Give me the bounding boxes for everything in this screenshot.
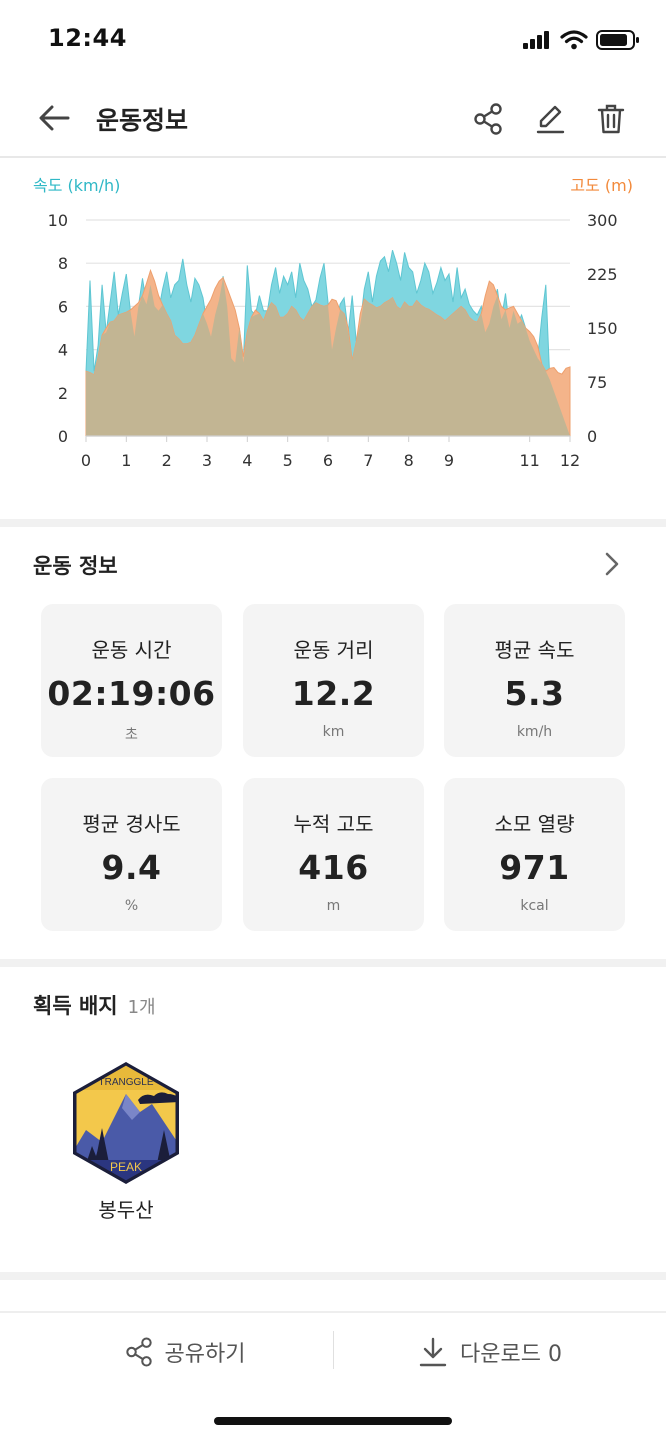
y-right-tick-label: 0 — [587, 427, 597, 446]
pencil-icon — [536, 105, 565, 134]
stat-card-avg-speed: 평균 속도 5.3 km/h — [444, 604, 625, 757]
delete-button[interactable] — [591, 99, 631, 139]
stat-unit: m — [326, 898, 341, 914]
back-button[interactable] — [34, 100, 74, 136]
share-action-button[interactable]: 공유하기 — [60, 1313, 310, 1391]
battery-icon — [596, 30, 639, 50]
bottom-action-bar: 공유하기 다운로드 0 — [0, 1311, 666, 1391]
stat-card-calories: 소모 열량 971 kcal — [444, 778, 625, 931]
workout-info-title: 운동 정보 — [33, 554, 118, 578]
stat-label: 소모 열량 — [494, 812, 575, 836]
signal-icon — [523, 31, 549, 49]
peak-badge-icon: TRANGGLE PEAK — [73, 1062, 179, 1184]
y-right-tick-label: 75 — [587, 373, 607, 392]
stat-value: 9.4 — [101, 848, 162, 887]
y-left-tick-label: 0 — [58, 427, 68, 446]
stat-card-elevation-gain: 누적 고도 416 m — [243, 778, 424, 931]
badges-title: 획득 배지 1개 — [33, 990, 156, 1020]
x-tick-label: 2 — [162, 451, 172, 470]
download-action-button[interactable]: 다운로드 0 — [370, 1313, 610, 1391]
y-left-tick-label: 6 — [58, 297, 68, 316]
stat-value: 12.2 — [291, 674, 376, 713]
y-left-tick-label: 10 — [48, 211, 68, 230]
stat-unit: kcal — [520, 898, 549, 914]
badges-title-text: 획득 배지 — [33, 994, 118, 1018]
app-header: 운동정보 — [0, 80, 666, 158]
share-action-label: 공유하기 — [164, 1342, 246, 1367]
y-left-tick-label: 4 — [58, 341, 68, 360]
share-icon — [125, 1337, 152, 1367]
trash-icon — [597, 104, 625, 134]
stat-label: 운동 시간 — [91, 638, 172, 662]
x-tick-label: 8 — [404, 451, 414, 470]
badge-bottom-text: PEAK — [110, 1160, 142, 1174]
status-bar: 12:44 — [0, 0, 666, 80]
y-right-tick-label: 300 — [587, 211, 618, 230]
stat-label: 운동 거리 — [293, 638, 374, 662]
stat-unit: km — [322, 724, 345, 740]
stat-unit: km/h — [516, 724, 553, 740]
stat-unit: % — [124, 898, 139, 914]
stat-value: 416 — [298, 848, 369, 887]
x-tick-label: 0 — [81, 451, 91, 470]
stat-card-distance: 운동 거리 12.2 km — [243, 604, 424, 757]
section-divider — [0, 959, 666, 967]
status-time: 12:44 — [48, 24, 127, 52]
section-divider — [0, 1272, 666, 1280]
stat-label: 평균 경사도 — [82, 812, 181, 836]
stat-label: 누적 고도 — [293, 812, 374, 836]
section-divider — [0, 519, 666, 527]
wifi-icon — [560, 30, 588, 50]
stat-card-duration: 운동 시간 02:19:06 초 — [41, 604, 222, 757]
share-button[interactable] — [468, 99, 508, 139]
home-indicator — [214, 1417, 452, 1425]
x-tick-label: 9 — [444, 451, 454, 470]
arrow-left-icon — [39, 105, 70, 131]
edit-button[interactable] — [530, 99, 570, 139]
bottom-separator — [333, 1331, 334, 1369]
chevron-right-icon[interactable] — [600, 550, 624, 578]
x-tick-label: 7 — [363, 451, 373, 470]
x-tick-label: 5 — [283, 451, 293, 470]
chart-plot: 02468100751502253000 1 2 3 4 5 6 7 8 9 11 12 — [48, 211, 618, 470]
stat-value: 5.3 — [504, 674, 565, 713]
status-icons — [522, 28, 640, 52]
x-tick-label: 11 — [519, 451, 539, 470]
stat-unit: 초 — [125, 727, 138, 743]
speed-altitude-chart: 속도 (km/h) 고도 (m) 0 2 4 6 8 10 0 75 150 225 300 0 1 2 3… — [0, 160, 666, 520]
x-tick-label: 12 — [560, 451, 580, 470]
stat-label: 평균 속도 — [494, 638, 575, 662]
x-tick-label: 4 — [242, 451, 252, 470]
y-right-tick-label: 150 — [587, 319, 618, 338]
page-title: 운동정보 — [96, 106, 189, 135]
stat-card-avg-slope: 평균 경사도 9.4 % — [41, 778, 222, 931]
x-tick-label: 6 — [323, 451, 333, 470]
y-left-tick-label: 2 — [58, 384, 68, 403]
y-left-tick-label: 8 — [58, 254, 68, 273]
badge-item[interactable]: TRANGGLE PEAK — [68, 1060, 184, 1190]
badge-top-text: TRANGGLE — [98, 1077, 153, 1088]
y-right-tick-label: 225 — [587, 265, 618, 284]
x-tick-label: 1 — [121, 451, 131, 470]
stat-value: 02:19:06 — [47, 674, 216, 713]
badge-name: 봉두산 — [98, 1198, 154, 1222]
stat-value: 971 — [499, 848, 570, 887]
badge-count: 1개 — [127, 997, 156, 1018]
download-action-label: 다운로드 0 — [460, 1342, 562, 1367]
x-tick-label: 3 — [202, 451, 212, 470]
share-icon — [474, 103, 502, 135]
download-icon — [419, 1337, 447, 1367]
